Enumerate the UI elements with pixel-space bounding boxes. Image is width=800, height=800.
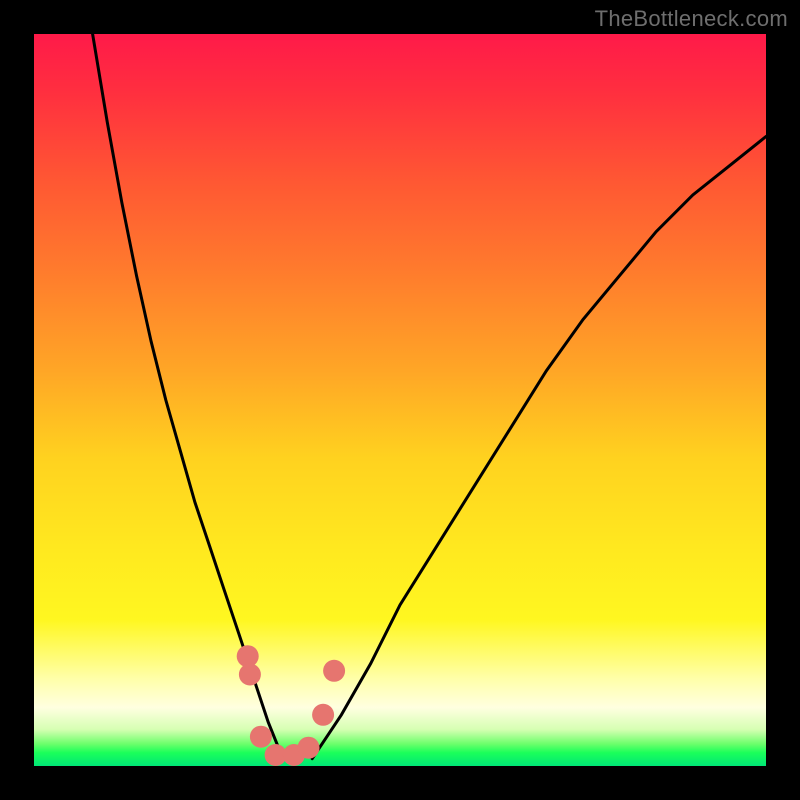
- right-curve: [312, 137, 766, 759]
- pink-dot: [250, 726, 272, 748]
- pink-dot: [298, 737, 320, 759]
- outer-frame: TheBottleneck.com: [0, 0, 800, 800]
- watermark-text: TheBottleneck.com: [595, 6, 788, 32]
- pink-dot: [239, 664, 261, 686]
- curve-layer: [34, 34, 766, 766]
- plot-area: [34, 34, 766, 766]
- pink-dot: [312, 704, 334, 726]
- pink-dots-group: [237, 645, 345, 766]
- pink-dot: [323, 660, 345, 682]
